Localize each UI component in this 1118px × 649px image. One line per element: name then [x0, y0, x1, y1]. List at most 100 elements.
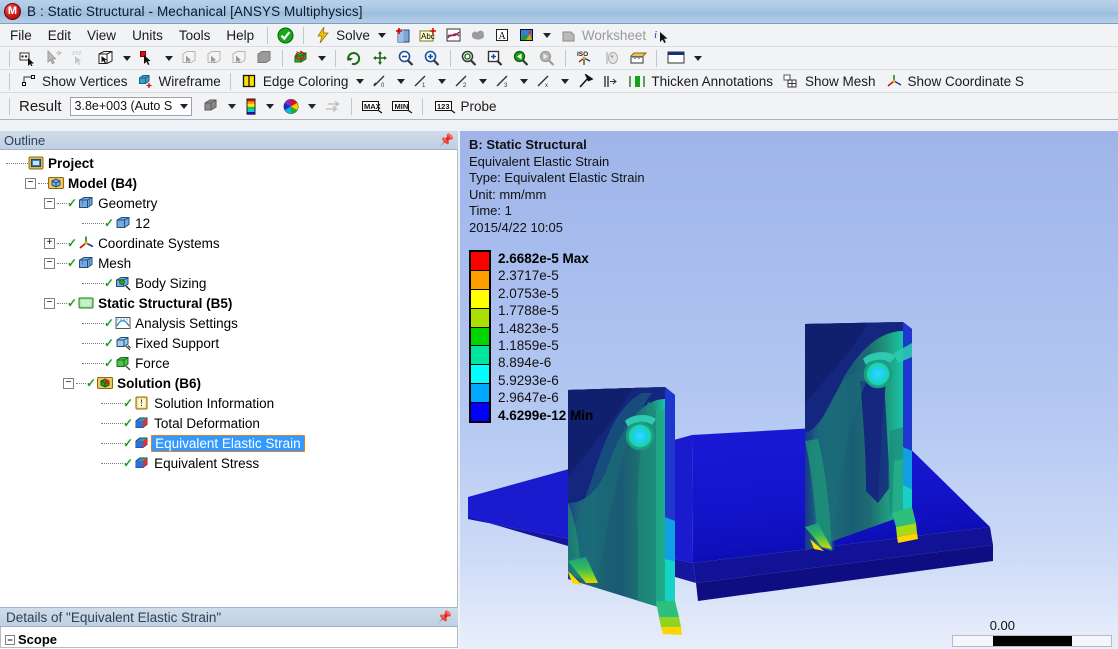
box-select-icon[interactable]: [93, 48, 119, 69]
ruler-icon[interactable]: [625, 48, 651, 69]
next-view-icon[interactable]: [534, 48, 560, 69]
details-grid[interactable]: − Scope: [0, 627, 458, 648]
chevron-down-icon[interactable]: [397, 78, 406, 84]
body-select-icon[interactable]: [252, 48, 277, 69]
chevron-down-icon[interactable]: [165, 55, 173, 61]
thicken-button[interactable]: Thicken Annotations: [622, 71, 777, 92]
iso-view-icon[interactable]: ISO: [571, 48, 599, 69]
chevron-down-icon[interactable]: [694, 55, 702, 61]
select-cursor-icon[interactable]: [15, 48, 41, 69]
annotation-a-icon[interactable]: A: [490, 25, 514, 46]
menu-view[interactable]: View: [79, 26, 124, 45]
contour-legend[interactable]: 2.6682e-5 Max 2.3717e-5 2.0753e-5 1.7788e-5…: [469, 250, 593, 424]
cursor-red-icon[interactable]: [135, 48, 161, 69]
expander-icon[interactable]: −: [5, 634, 15, 645]
pin-icon[interactable]: 📌: [439, 133, 454, 147]
edge-select-icon[interactable]: [202, 48, 227, 69]
chevron-down-icon[interactable]: [438, 78, 447, 84]
edge-x-icon[interactable]: x: [532, 71, 557, 92]
edge-coloring-button[interactable]: Edge Coloring: [236, 71, 353, 92]
outline-item-analysis-settings[interactable]: ✓ Analysis Settings: [0, 313, 457, 333]
collapse-icon[interactable]: −: [44, 297, 55, 309]
outline-item-project[interactable]: Project: [0, 153, 457, 173]
outline-item-solution-b6[interactable]: − ✓ Solution (B6): [0, 373, 457, 393]
box-zoom-icon[interactable]: [482, 48, 508, 69]
annotation-pin-icon[interactable]: [573, 71, 598, 92]
outline-item-model-b4[interactable]: − Model (B4): [0, 173, 457, 193]
menu-help[interactable]: Help: [218, 26, 262, 45]
edge-0-icon[interactable]: 0: [368, 71, 393, 92]
look-at-icon[interactable]: [599, 48, 625, 69]
chevron-down-icon[interactable]: [561, 78, 570, 84]
edge-2-icon[interactable]: 2: [450, 71, 475, 92]
collapse-icon[interactable]: −: [25, 177, 36, 189]
cloud-icon[interactable]: [466, 25, 490, 46]
menu-units[interactable]: Units: [124, 26, 171, 45]
show-vertices-button[interactable]: Show Vertices: [15, 71, 132, 92]
chevron-down-icon[interactable]: [479, 78, 488, 84]
outline-item-total-deformation[interactable]: ✓ Total Deformation: [0, 413, 457, 433]
outline-item-body-sizing[interactable]: ✓ Body Sizing: [0, 273, 457, 293]
outline-item-force[interactable]: ✓ Force: [0, 353, 457, 373]
vector-arrows-icon[interactable]: [320, 96, 346, 117]
outline-item-coordinate-systems[interactable]: + ✓ Coordinate Systems: [0, 233, 457, 253]
contour-bands-icon[interactable]: [240, 96, 262, 117]
show-coordinate-systems-button[interactable]: Show Coordinate S: [880, 71, 1028, 92]
pin-icon[interactable]: 📌: [437, 610, 452, 624]
previous-view-icon[interactable]: [508, 48, 534, 69]
xyz-axis-icon[interactable]: XYZ: [67, 48, 93, 69]
max-tag-icon[interactable]: MAX: [357, 96, 387, 117]
details-row-scope[interactable]: − Scope: [5, 632, 57, 647]
vertex-select-icon[interactable]: [177, 48, 202, 69]
solve-button[interactable]: Solve: [309, 25, 374, 46]
viewport-layout-icon[interactable]: [662, 48, 690, 69]
info-cursor-icon[interactable]: i: [650, 25, 676, 46]
rotate-icon[interactable]: [341, 48, 367, 69]
outline-tree[interactable]: Project − Model (B4) − ✓ Geometry ✓ 12 + ✓ Coordin…: [0, 150, 458, 625]
outline-item-fixed-support[interactable]: ✓ Fixed Support: [0, 333, 457, 353]
chart-curve-icon[interactable]: [441, 25, 466, 46]
chevron-down-icon[interactable]: [179, 103, 188, 109]
face-select-icon[interactable]: [227, 48, 252, 69]
probe-button[interactable]: 123 Probe: [428, 96, 501, 117]
menu-tools[interactable]: Tools: [171, 26, 219, 45]
body-color-icon[interactable]: [288, 48, 314, 69]
zoom-out-icon[interactable]: [393, 48, 419, 69]
new-chart-icon[interactable]: [390, 25, 415, 46]
collapse-icon[interactable]: −: [63, 377, 74, 389]
outline-item-geometry[interactable]: − ✓ Geometry: [0, 193, 457, 213]
collapse-icon[interactable]: −: [44, 197, 55, 209]
outline-item-equivalent-elastic-strain[interactable]: ✓ Equivalent Elastic Strain: [0, 433, 457, 453]
min-tag-icon[interactable]: MIN: [387, 96, 417, 117]
abc-label-icon[interactable]: Abc: [415, 25, 441, 46]
outline-item-equivalent-stress[interactable]: ✓ Equivalent Stress: [0, 453, 457, 473]
chevron-down-icon[interactable]: [265, 103, 274, 109]
wireframe-button[interactable]: Wireframe: [132, 71, 225, 92]
zoom-in-icon[interactable]: [419, 48, 445, 69]
green-check-icon[interactable]: [273, 25, 298, 46]
menu-file[interactable]: File: [2, 26, 40, 45]
show-mesh-button[interactable]: Show Mesh: [777, 71, 880, 92]
chevron-down-icon[interactable]: [542, 32, 551, 38]
pointer-arrow-icon[interactable]: [41, 48, 67, 69]
geometry-display-icon[interactable]: [198, 96, 224, 117]
graphics-viewport[interactable]: B: Static Structural Equivalent Elastic …: [460, 131, 1118, 649]
chevron-down-icon[interactable]: [123, 55, 131, 61]
outline-item-static-structural-b5[interactable]: − ✓ Static Structural (B5): [0, 293, 457, 313]
outline-item-solution-information[interactable]: ✓! Solution Information: [0, 393, 457, 413]
result-scale-combo[interactable]: 3.8e+003 (Auto S: [69, 96, 192, 116]
color-scheme-icon[interactable]: [278, 96, 304, 117]
outline-item-12[interactable]: ✓ 12: [0, 213, 457, 233]
image-capture-icon[interactable]: [514, 25, 539, 46]
menu-edit[interactable]: Edit: [40, 26, 79, 45]
edge-3-icon[interactable]: 3: [491, 71, 516, 92]
chevron-down-icon[interactable]: [307, 103, 316, 109]
chevron-down-icon[interactable]: [318, 55, 326, 61]
edge-1-icon[interactable]: 1: [409, 71, 434, 92]
vector-display-icon[interactable]: [598, 71, 622, 92]
worksheet-button[interactable]: Worksheet: [555, 25, 650, 46]
outline-item-mesh[interactable]: − ✓ Mesh: [0, 253, 457, 273]
pan-icon[interactable]: [367, 48, 393, 69]
collapse-icon[interactable]: −: [44, 257, 55, 269]
zoom-to-fit-icon[interactable]: [456, 48, 482, 69]
